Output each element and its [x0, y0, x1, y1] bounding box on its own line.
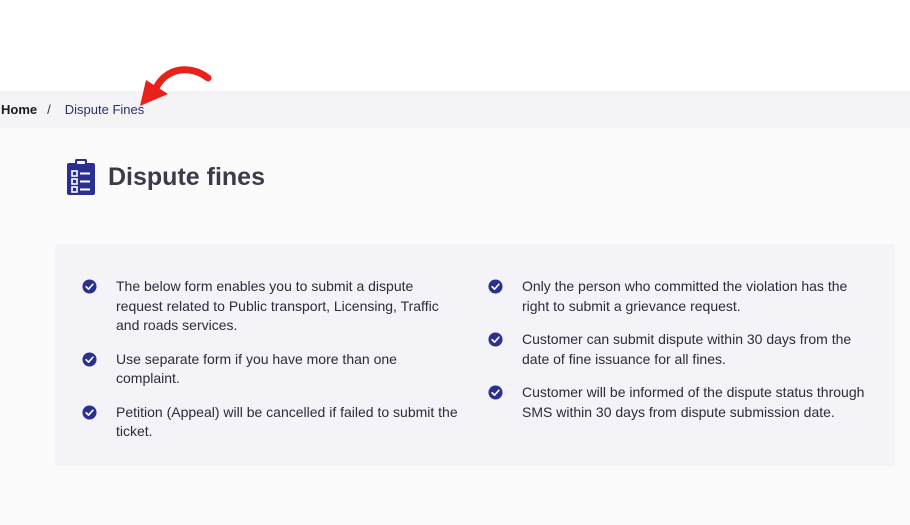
list-item: Use separate form if you have more than …	[82, 350, 462, 389]
list-item-text: Only the person who committed the violat…	[522, 278, 848, 314]
list-item: Petition (Appeal) will be cancelled if f…	[82, 403, 462, 442]
check-circle-icon	[488, 279, 503, 294]
info-column-right: Only the person who committed the violat…	[488, 277, 878, 436]
clipboard-list-icon	[67, 159, 95, 195]
check-circle-icon	[488, 332, 503, 347]
check-circle-icon	[82, 351, 97, 367]
list-item-text: The below form enables you to submit a d…	[116, 278, 439, 333]
list-item-text: Customer can submit dispute within 30 da…	[522, 331, 852, 367]
list-item: Only the person who committed the violat…	[488, 277, 878, 316]
check-circle-icon	[82, 279, 97, 294]
list-item: Customer can submit dispute within 30 da…	[488, 330, 878, 369]
page-title: Dispute fines	[108, 162, 265, 191]
info-column-left: The below form enables you to submit a d…	[82, 277, 462, 456]
breadcrumb-home-link[interactable]: Home	[1, 102, 37, 117]
page-header: Dispute fines	[66, 158, 265, 196]
list-item: The below form enables you to submit a d…	[82, 277, 462, 336]
info-panel: The below form enables you to submit a d…	[55, 244, 895, 466]
check-circle-icon	[488, 385, 503, 400]
check-circle-icon	[82, 404, 97, 420]
breadcrumb-separator: /	[47, 102, 51, 117]
red-arrow-annotation-icon	[140, 66, 212, 106]
list-item-text: Customer will be informed of the dispute…	[522, 384, 865, 420]
list-item-text: Petition (Appeal) will be cancelled if f…	[116, 403, 458, 440]
list-item-text: Use separate form if you have more than …	[116, 350, 397, 387]
list-item: Customer will be informed of the dispute…	[488, 383, 878, 422]
